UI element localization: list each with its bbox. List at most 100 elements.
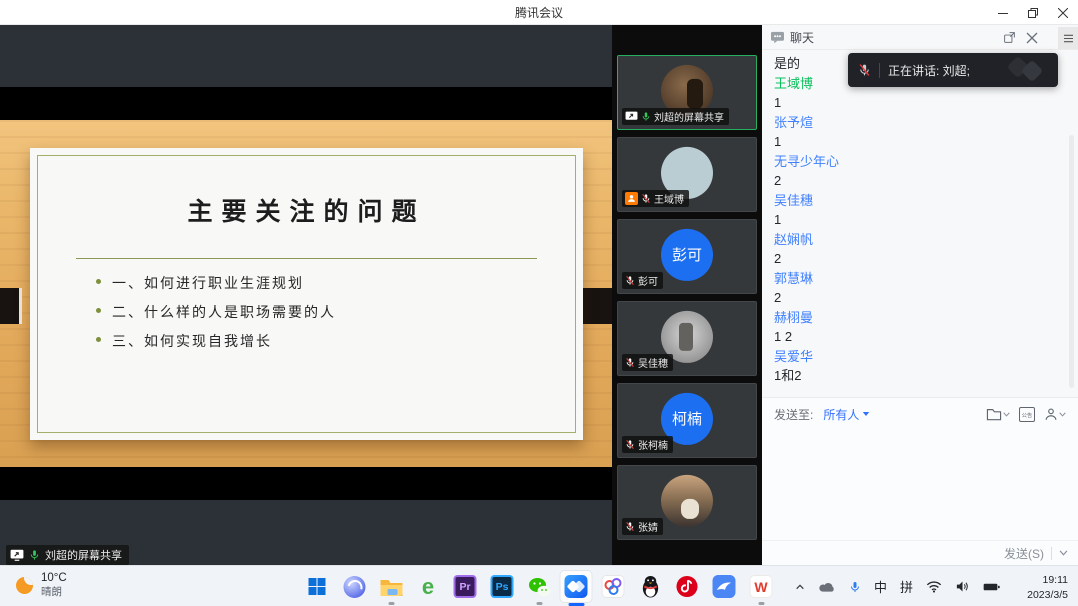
participant-label: 张婧 — [622, 518, 663, 535]
announcement-button[interactable]: 公告 — [1019, 407, 1035, 422]
chat-message: 吴佳穗 1 — [774, 191, 1066, 229]
member-filter-button[interactable] — [1044, 407, 1066, 421]
wps-app[interactable]: W — [743, 566, 780, 606]
speaker-icon[interactable] — [955, 580, 970, 593]
participant-strip[interactable]: 刘超的屏幕共享 王域博 彭可 彭可 — [612, 25, 762, 565]
ime-language-indicator[interactable]: 中 — [874, 577, 887, 596]
window-title: 腾讯会议 — [515, 4, 563, 21]
window-controls — [988, 0, 1078, 25]
sender-name: 赫栩曼 — [774, 308, 1066, 327]
toast-divider — [879, 63, 880, 78]
ime-pinyin-indicator[interactable]: 拼 — [900, 577, 913, 596]
rings-app[interactable] — [595, 566, 632, 606]
tencent-meeting-logo-watermark — [1010, 59, 1050, 81]
qq-penguin-icon — [640, 575, 660, 598]
slide-bullet: 一、如何进行职业生涯规划 — [90, 273, 575, 293]
chat-scrollbar[interactable] — [1069, 135, 1074, 388]
screen-share-status-badge: 刘超的屏幕共享 — [6, 545, 129, 565]
panel-menu-handle[interactable] — [1058, 27, 1078, 49]
participant-tile-pengke[interactable]: 彭可 彭可 — [617, 219, 757, 294]
sender-name: 郭慧琳 — [774, 269, 1066, 288]
clock-date: 2023/3/5 — [1027, 588, 1068, 603]
file-explorer-app[interactable] — [373, 566, 410, 606]
slide-deco-left — [0, 288, 22, 324]
folder-icon — [379, 577, 403, 597]
participant-name: 王域博 — [654, 191, 684, 206]
slide-title: 主要关注的问题 — [38, 192, 575, 228]
participant-label: 吴佳穗 — [622, 354, 673, 371]
xunlei-app[interactable] — [706, 566, 743, 606]
premiere-app[interactable]: Pr — [447, 566, 484, 606]
file-button[interactable] — [986, 407, 1010, 421]
running-indicator — [388, 602, 394, 605]
tencent-meeting-window: 腾讯会议 主要关注的问题 — [0, 0, 1078, 606]
wechat-icon — [527, 576, 551, 598]
chat-message: 赵娴帆 2 — [774, 230, 1066, 268]
ie-browser-app[interactable]: e — [410, 566, 447, 606]
wifi-icon[interactable] — [926, 580, 942, 593]
chat-message-list[interactable]: 是的 王域博 1 张予煊 1 无寻少年心 2 吴佳穗 1 — [762, 50, 1078, 397]
tencent-meeting-icon — [565, 575, 588, 598]
message-text: 2 — [774, 288, 1066, 307]
green-e-icon: e — [422, 576, 434, 598]
browser-swirl-app[interactable] — [336, 566, 373, 606]
member-badge-icon — [625, 192, 638, 205]
mic-tray-icon[interactable] — [849, 580, 861, 594]
close-button[interactable] — [1048, 0, 1078, 25]
hamburger-icon — [1063, 34, 1074, 43]
close-icon — [1058, 8, 1068, 18]
message-text: 2 — [774, 171, 1066, 190]
chevron-down-icon — [1059, 412, 1066, 417]
chat-title: 聊天 — [790, 29, 814, 46]
running-indicator — [536, 602, 542, 605]
minimize-icon — [998, 8, 1008, 18]
send-options-chevron-icon[interactable] — [1059, 550, 1068, 556]
battery-icon[interactable] — [983, 581, 1000, 593]
send-row: 发送(S) — [762, 540, 1078, 565]
announcement-label: 公告 — [1022, 410, 1032, 418]
netease-music-app[interactable] — [669, 566, 706, 606]
wechat-app[interactable] — [521, 566, 558, 606]
windows-icon — [308, 578, 326, 596]
wps-icon: W — [750, 575, 773, 598]
weather-widget[interactable]: 10°C 晴朗 — [16, 571, 67, 600]
cloud-tray-icon[interactable] — [819, 581, 836, 593]
send-divider — [1051, 547, 1052, 560]
chat-message: 张予煊 1 — [774, 113, 1066, 151]
participant-tile-wangyubo[interactable]: 王域博 — [617, 137, 757, 212]
participant-tile-zhangjing[interactable]: 张婧 — [617, 465, 757, 540]
mic-on-icon — [641, 111, 651, 122]
participant-name: 张婧 — [638, 519, 658, 534]
participant-name: 刘超的屏幕共享 — [654, 109, 724, 124]
participant-tile-liuchao-share[interactable]: 刘超的屏幕共享 — [617, 55, 757, 130]
qq-app[interactable] — [632, 566, 669, 606]
photoshop-app[interactable]: Ps — [484, 566, 521, 606]
weather-temp: 10°C — [41, 571, 67, 586]
send-button[interactable]: 发送(S) — [1004, 545, 1044, 562]
chat-message: 郭慧琳 2 — [774, 269, 1066, 307]
avatar — [661, 474, 713, 526]
start-button[interactable] — [299, 566, 336, 606]
chat-bubble-icon — [770, 31, 785, 44]
participant-tile-wujiasui[interactable]: 吴佳穗 — [617, 301, 757, 376]
restore-icon — [1028, 8, 1038, 18]
sender-name: 吴爱华 — [774, 347, 1066, 366]
mic-on-icon — [29, 549, 40, 561]
screen-share-icon — [10, 549, 24, 561]
letterbox-bottom — [0, 467, 612, 500]
participant-tile-zhangkenan[interactable]: 柯楠 张柯楠 — [617, 383, 757, 458]
message-text: 1和2 — [774, 366, 1066, 385]
taskbar-clock[interactable]: 19:11 2023/3/5 — [1027, 573, 1068, 602]
chat-close-icon[interactable] — [1026, 32, 1038, 44]
minimize-button[interactable] — [988, 0, 1018, 25]
send-to-dropdown[interactable]: 所有人 — [823, 406, 870, 423]
chat-input[interactable] — [762, 430, 1078, 540]
xunlei-bird-icon — [713, 575, 736, 598]
chat-header-actions — [1003, 25, 1038, 50]
tencent-meeting-app-active[interactable] — [558, 566, 595, 606]
tray-expand-icon[interactable] — [794, 582, 806, 592]
chat-message: 无寻少年心 2 — [774, 152, 1066, 190]
restore-button[interactable] — [1018, 0, 1048, 25]
popout-icon[interactable] — [1003, 31, 1016, 44]
windows-taskbar: 10°C 晴朗 e Pr Ps — [0, 565, 1078, 606]
